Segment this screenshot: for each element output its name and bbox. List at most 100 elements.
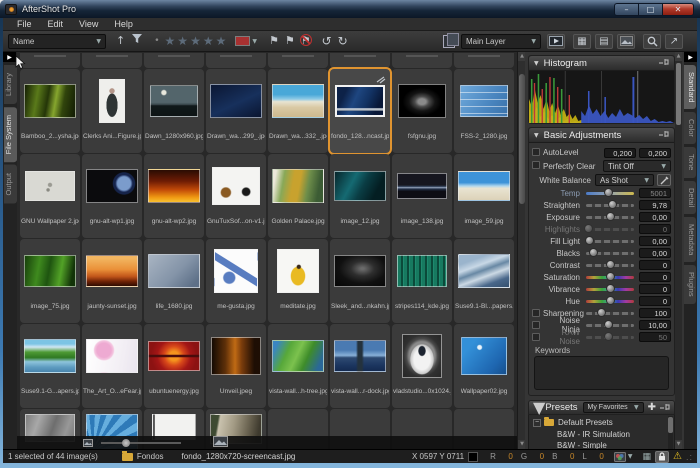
layer-select[interactable]: Main Layer ▼ — [461, 34, 541, 49]
thumbnail-cell[interactable]: FSS-2_1280.jpg — [454, 69, 514, 153]
thumbnail-cell[interactable]: fondo_128...ncast.jpg — [330, 69, 390, 153]
thumbnail-image[interactable] — [99, 79, 125, 123]
saturation-slider[interactable] — [586, 276, 634, 279]
thumbnail-cell[interactable]: image_75.jpg — [20, 239, 80, 323]
histogram-header[interactable]: ▼ Histogram — [529, 56, 674, 71]
highlights-slider[interactable] — [586, 228, 634, 231]
preset-folder-row[interactable]: −Default Presets — [533, 417, 666, 428]
thumbnail-image[interactable] — [148, 341, 200, 371]
image-view-icon[interactable] — [617, 34, 635, 49]
thumbnail-image[interactable] — [398, 84, 446, 118]
star-5-icon[interactable]: ★ — [216, 34, 227, 48]
thumbnail-cell-partial[interactable] — [392, 53, 452, 68]
tab-detail[interactable]: Detail — [684, 181, 696, 214]
thumbnail-cell[interactable]: Dawn_1280x960.jpg — [144, 69, 204, 153]
thumbnail-cell[interactable]: Drawn_wa...332_.jpg — [268, 69, 328, 153]
thumbnail-image[interactable] — [24, 84, 76, 118]
fill-light-slider[interactable] — [586, 240, 634, 243]
thumbnail-image[interactable] — [210, 84, 262, 118]
thumbnail-cell-partial[interactable] — [144, 53, 204, 68]
thumbnail-cell-partial[interactable] — [268, 53, 328, 68]
white-balance-select[interactable]: As Shot ▼ — [595, 174, 654, 186]
minimize-button[interactable]: – — [614, 3, 638, 16]
autolevel-low-value[interactable]: 0,200 — [604, 148, 636, 158]
keywords-input[interactable] — [534, 356, 669, 390]
thumbnail-image[interactable] — [86, 255, 138, 287]
thumbnail-size-handle[interactable] — [122, 439, 130, 447]
contrast-slider[interactable] — [586, 264, 634, 267]
collapse-expander-icon[interactable]: − — [533, 419, 541, 427]
dual-monitor-icon[interactable]: ▦ — [643, 452, 652, 462]
basic-adjustments-header[interactable]: ▼ Basic Adjustments — [529, 128, 674, 143]
thumbnail-image[interactable] — [25, 171, 75, 201]
temp-slider[interactable] — [586, 192, 634, 195]
thumbnail-image[interactable] — [272, 340, 324, 372]
thumbnail-image[interactable] — [150, 85, 198, 117]
panel-scroll-up-icon[interactable]: ▲ — [675, 52, 682, 61]
thumbnail-image[interactable] — [211, 337, 261, 375]
panel-scrollbar[interactable]: ▲ ▼ — [675, 52, 682, 449]
temp-handle[interactable] — [604, 188, 613, 197]
thumbnail-cell[interactable]: gnu-alt-wp2.jpg — [144, 154, 204, 238]
maximize-button[interactable]: □ — [638, 3, 662, 16]
thumbnail-cell[interactable]: me-gusta.jpg — [206, 239, 266, 323]
fullscreen-icon[interactable]: ↗ — [665, 34, 683, 49]
fill-light-value[interactable]: 0,00 — [639, 236, 671, 246]
saturation-value[interactable]: 0 — [639, 272, 671, 282]
thumbnail-image[interactable] — [212, 167, 260, 205]
highlights-handle[interactable] — [584, 224, 593, 233]
blacks-handle[interactable] — [589, 248, 598, 257]
noise-ninja-slider[interactable] — [586, 324, 634, 327]
star-3-icon[interactable]: ★ — [190, 34, 201, 48]
flag-none-icon[interactable]: ⚑ — [301, 32, 311, 50]
thumbnail-image[interactable] — [86, 339, 138, 373]
thumbnail-image[interactable] — [277, 249, 319, 293]
copy-settings-icon[interactable] — [443, 35, 455, 48]
thumbnail-image[interactable] — [461, 337, 507, 375]
thumbnail-cell[interactable]: life_1680.jpg — [144, 239, 204, 323]
thumbnail-cell[interactable]: vladstudio...0x1024.jpg — [392, 324, 452, 408]
thumbnail-cell[interactable]: GNU Wallpaper 2.jpg — [20, 154, 80, 238]
sort-ascending-icon[interactable]: ↑ — [116, 32, 125, 50]
color-label-swatch[interactable] — [235, 36, 250, 46]
thumbnail-view-icon[interactable]: ▦ — [573, 34, 591, 49]
thumbnail-cell[interactable]: GnuTuxSof...on-v1.jpg — [206, 154, 266, 238]
perfectly-clear-checkbox[interactable] — [532, 161, 540, 169]
star-4-icon[interactable]: ★ — [203, 34, 214, 48]
pin-icon[interactable] — [659, 54, 669, 72]
straighten-slider[interactable] — [586, 204, 634, 207]
thumbnail-image[interactable] — [86, 169, 138, 203]
hue-handle[interactable] — [606, 296, 615, 305]
flag-checkered-icon[interactable]: ⚑ — [285, 32, 295, 50]
raw-noise-slider[interactable] — [586, 336, 634, 339]
tab-plugins[interactable]: Plugins — [684, 265, 696, 304]
presets-header[interactable]: ▼ Presets My Favorites ▼ ✚ — [528, 400, 675, 415]
noise-ninja-value[interactable]: 10,00 — [639, 320, 671, 330]
thumbnail-cell[interactable]: ubuntuenergy.jpg — [144, 324, 204, 408]
thumbnail-image[interactable] — [214, 249, 258, 293]
thumbnail-image[interactable] — [148, 169, 200, 203]
thumbnail-cell[interactable]: Clerks Ani...Figure.jpg — [82, 69, 142, 153]
thumbnail-image[interactable] — [148, 254, 200, 288]
straighten-handle[interactable] — [608, 200, 617, 209]
thumbnail-cell[interactable]: jaunty-sunset.jpg — [82, 239, 142, 323]
thumbnail-image[interactable] — [335, 85, 385, 117]
flag-icon[interactable]: ⚑ — [269, 32, 279, 50]
magnifier-icon[interactable] — [643, 34, 661, 49]
thumbnail-image[interactable] — [460, 85, 508, 117]
presets-favorites-select[interactable]: My Favorites ▼ — [583, 402, 644, 413]
thumbnail-cell[interactable]: Sleek_and...nkahn.jpg — [330, 239, 390, 323]
sharpening-value[interactable]: 100 — [639, 308, 671, 318]
thumbnail-image[interactable] — [458, 171, 510, 201]
blacks-slider[interactable] — [586, 252, 634, 255]
highlights-value[interactable]: 0 — [639, 224, 671, 234]
thumbnail-size-slider[interactable] — [101, 442, 181, 444]
exposure-handle[interactable] — [606, 212, 615, 221]
thumbnail-cell[interactable]: The_Art_O...eFear.jpg — [82, 324, 142, 408]
presets-scrollbar[interactable] — [668, 416, 673, 449]
tab-tone[interactable]: Tone — [684, 147, 696, 177]
thumbnail-image[interactable] — [334, 255, 386, 287]
filter-icon[interactable] — [131, 32, 143, 50]
star-2-icon[interactable]: ★ — [177, 34, 188, 48]
menu-item-view[interactable]: View — [71, 18, 106, 31]
